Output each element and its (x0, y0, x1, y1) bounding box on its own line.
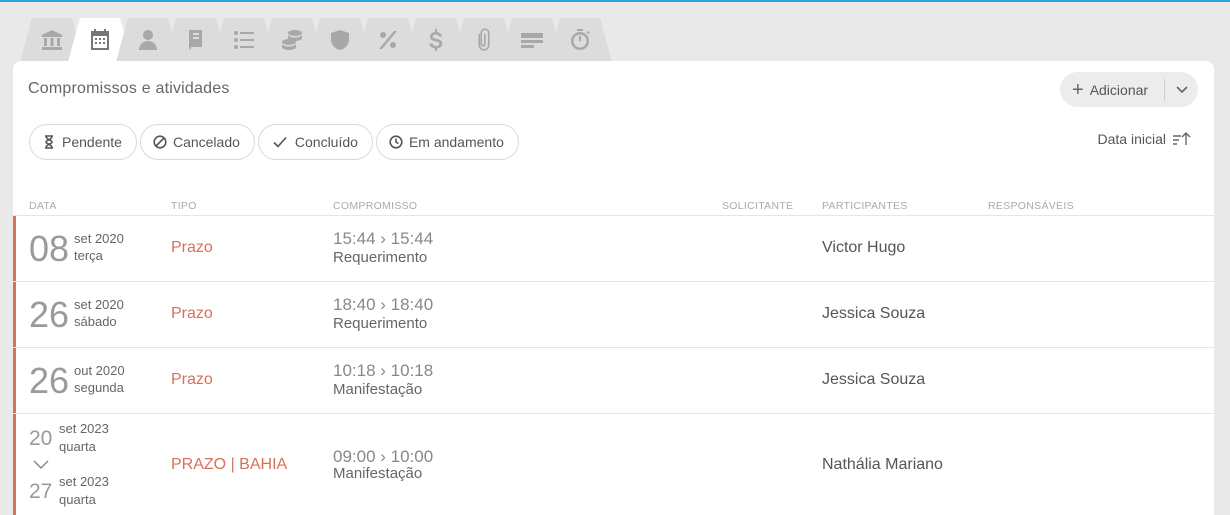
status-filters: Pendente Cancelado Concluído Em andament… (29, 124, 519, 160)
row-participant: Jessica Souza (822, 305, 926, 322)
row-end-weekday: quarta (59, 492, 96, 507)
filter-em-andamento-label: Em andamento (408, 134, 504, 150)
row-weekday: segunda (74, 380, 124, 395)
row-month: set 2020 (74, 297, 124, 312)
tab-shield[interactable] (316, 18, 364, 62)
table-row[interactable]: 26 set 2020 sábado Prazo 18:40 › 18:40 R… (13, 282, 1214, 348)
add-dropdown-toggle[interactable] (1165, 72, 1198, 107)
col-solicitante: SOLICITANTE (722, 200, 794, 212)
row-day: 26 (29, 360, 70, 401)
row-participant: Nathália Mariano (822, 456, 943, 473)
status-bar (13, 414, 16, 515)
appointments-panel: Compromissos e atividades + Adicionar Pe… (13, 61, 1214, 515)
tab-percent[interactable] (364, 18, 412, 62)
add-button-label: Adicionar (1089, 81, 1149, 98)
bank-icon (42, 30, 62, 50)
status-bar (13, 282, 16, 348)
shield-icon (331, 30, 349, 50)
row-tipo: Prazo (171, 305, 213, 322)
coins-icon (282, 30, 302, 50)
table-row[interactable]: 26 out 2020 segunda Prazo 10:18 › 10:18 … (13, 348, 1214, 414)
hourglass-icon (45, 135, 53, 149)
status-bar (13, 216, 16, 282)
col-responsaveis: RESPONSÁVEIS (988, 200, 1074, 212)
row-desc: Manifestação (333, 381, 423, 398)
row-time: 18:40 › 18:40 (333, 295, 434, 314)
sort-ascending-icon (1173, 132, 1191, 145)
cancel-icon (153, 135, 167, 149)
tab-dollar[interactable] (412, 18, 460, 62)
sort-by-date[interactable]: Data inicial (1098, 131, 1192, 147)
status-bar (13, 348, 16, 414)
row-start-month: set 2023 (59, 421, 109, 436)
filter-cancelado[interactable]: Cancelado (139, 124, 255, 160)
col-compromisso: COMPROMISSO (333, 200, 418, 212)
plus-icon: + (1072, 78, 1084, 101)
table-row[interactable]: 08 set 2020 terça Prazo 15:44 › 15:44 Re… (13, 216, 1214, 282)
tab-bank[interactable] (28, 18, 76, 62)
col-data: DATA (29, 200, 57, 212)
sort-label: Data inicial (1097, 131, 1166, 147)
check-icon (273, 136, 287, 148)
col-tipo: TIPO (171, 200, 197, 212)
filter-pendente[interactable]: Pendente (29, 124, 137, 160)
row-start-weekday: quarta (59, 439, 96, 454)
row-desc: Manifestação (333, 465, 423, 482)
row-end-day: 27 (29, 480, 53, 503)
tab-stopwatch[interactable] (556, 18, 604, 62)
dollar-icon (429, 29, 443, 51)
row-month: out 2020 (74, 363, 125, 378)
row-time: 10:18 › 10:18 (333, 361, 434, 380)
tab-person[interactable] (124, 18, 172, 62)
tab-calendar[interactable] (76, 18, 124, 62)
filter-concluido-label: Concluído (294, 134, 358, 150)
add-button[interactable]: + Adicionar (1060, 72, 1164, 107)
add-button-group: + Adicionar (1060, 72, 1198, 107)
person-icon (139, 30, 157, 50)
row-start-day: 20 (29, 427, 53, 450)
chevron-down-icon (33, 460, 49, 470)
tab-bars[interactable] (508, 18, 556, 62)
filter-em-andamento[interactable]: Em andamento (375, 124, 519, 160)
row-time: 09:00 › 10:00 (333, 447, 434, 466)
row-time: 15:44 › 15:44 (333, 229, 434, 248)
bars-icon (521, 33, 543, 48)
tab-bar (28, 18, 604, 62)
filter-cancelado-label: Cancelado (172, 134, 240, 150)
tab-attachments[interactable] (460, 18, 508, 62)
page-title: Compromissos e atividades (28, 80, 230, 97)
table-row[interactable]: 20 set 2023 quarta 27 set 2023 quarta PR… (13, 414, 1214, 515)
top-accent-line (0, 0, 1230, 2)
tab-list[interactable] (220, 18, 268, 62)
row-tipo: Prazo (171, 239, 213, 256)
tab-coins[interactable] (268, 18, 316, 62)
row-month: set 2020 (74, 231, 124, 246)
stopwatch-icon (571, 29, 590, 50)
row-day: 08 (29, 228, 70, 269)
calendar-icon (91, 29, 109, 50)
row-weekday: terça (74, 248, 103, 263)
book-icon (189, 30, 202, 50)
filter-pendente-label: Pendente (62, 134, 122, 150)
row-participant: Victor Hugo (822, 239, 906, 256)
chevron-down-icon (1175, 85, 1188, 93)
row-weekday: sábado (74, 314, 117, 329)
row-day: 26 (29, 294, 70, 335)
percent-icon (379, 31, 397, 49)
filter-concluido[interactable]: Concluído (257, 124, 373, 160)
tab-book[interactable] (172, 18, 220, 62)
col-participantes: PARTICIPANTES (822, 200, 908, 212)
list-icon (234, 31, 254, 49)
row-desc: Requerimento (333, 315, 428, 332)
row-end-month: set 2023 (59, 474, 109, 489)
table-header: DATA TIPO COMPROMISSO SOLICITANTE PARTIC… (13, 196, 1214, 216)
row-desc: Requerimento (333, 249, 428, 266)
paperclip-icon (478, 28, 490, 51)
row-tipo: Prazo (171, 371, 213, 388)
clock-icon (389, 135, 403, 149)
row-tipo: PRAZO | BAHIA (171, 456, 288, 473)
row-participant: Jessica Souza (822, 371, 926, 388)
